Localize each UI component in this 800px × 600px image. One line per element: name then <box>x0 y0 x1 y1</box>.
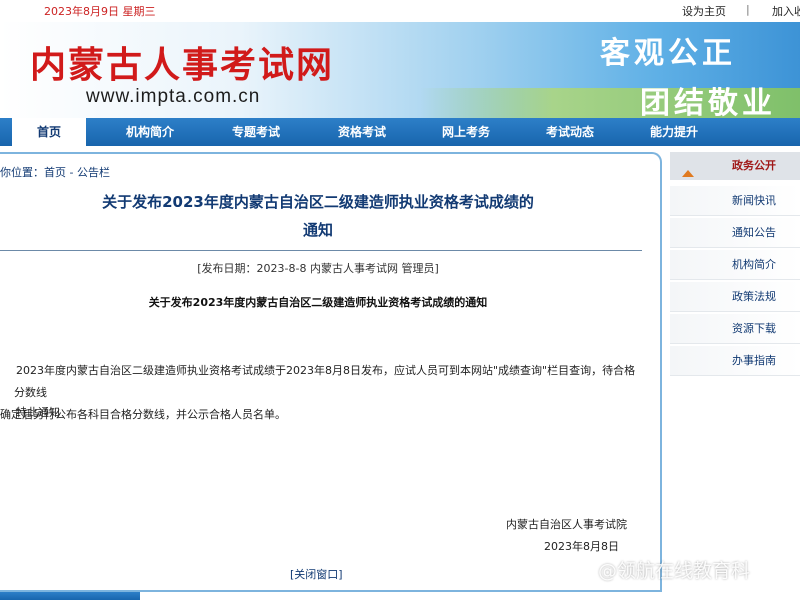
nav-item-skill-improvement[interactable]: 能力提升 <box>650 118 698 146</box>
sidebar-item-downloads[interactable]: 资源下载 <box>670 314 800 344</box>
article-notice: 特此通知 <box>16 406 60 419</box>
article-signature-date: 2023年8月8日 <box>544 540 619 553</box>
site-banner: 内蒙古人事考试网 www.impta.com.cn 客观公正 团结敬业 <box>0 22 800 118</box>
add-favorite-link[interactable]: 加入收 <box>772 3 800 19</box>
nav-item-online-affairs[interactable]: 网上考务 <box>442 118 490 146</box>
sidebar-item-news[interactable]: 新闻快讯 <box>670 186 800 216</box>
article-body-line2: 确定后另行公布各科目合格分数线，并公示合格人员名单。 <box>0 408 286 421</box>
nav-item-about[interactable]: 机构简介 <box>126 118 174 146</box>
article-panel: 你位置：首页 - 公告栏 关于发布2023年度内蒙古自治区二级建造师执业资格考试… <box>0 152 662 592</box>
article-title-line2: 通知 <box>302 221 333 239</box>
breadcrumb: 你位置：首页 - 公告栏 <box>0 164 110 180</box>
article-meta: [发布日期：2023-8-8 内蒙古人事考试网 管理员] <box>197 262 439 275</box>
sidebar-header: 政务公开 <box>670 152 800 180</box>
article-body: 2023年度内蒙古自治区二级建造师执业资格考试成绩于2023年8月8日发布，应试… <box>0 360 636 426</box>
sidebar-header-label: 政务公开 <box>732 159 776 172</box>
close-window-button[interactable]: [关闭窗口] <box>290 566 343 582</box>
nav-item-home[interactable]: 首页 <box>12 118 86 146</box>
breadcrumb-current: 公告栏 <box>76 166 110 179</box>
current-date: 2023年8月9日 星期三 <box>44 5 156 18</box>
bottom-nav-strip <box>0 592 140 600</box>
topbar-separator: | <box>746 3 750 16</box>
sidebar-item-about[interactable]: 机构简介 <box>670 250 800 280</box>
site-url: www.impta.com.cn <box>86 86 261 107</box>
banner-slogan-line2: 团结敬业 <box>640 86 776 118</box>
article-body-line1: 2023年度内蒙古自治区二级建造师执业资格考试成绩于2023年8月8日发布，应试… <box>14 364 636 399</box>
set-home-link[interactable]: 设为主页 <box>682 3 726 19</box>
watermark-text: @领航在线教育科 <box>598 560 751 582</box>
article-signature-org: 内蒙古自治区人事考试院 <box>506 518 627 531</box>
breadcrumb-prefix: 你位置： <box>0 166 44 179</box>
sidebar-item-notices[interactable]: 通知公告 <box>670 218 800 248</box>
top-bar: 2023年8月9日 星期三 设为主页 | 加入收 <box>0 0 800 22</box>
sidebar: 政务公开 新闻快讯 通知公告 机构简介 政策法规 资源下载 办事指南 <box>670 152 800 592</box>
site-logo-title[interactable]: 内蒙古人事考试网 <box>30 36 334 88</box>
sidebar-item-guide[interactable]: 办事指南 <box>670 346 800 376</box>
triangle-icon <box>682 170 694 177</box>
banner-slogan-line1: 客观公正 <box>600 36 736 71</box>
article-title: 关于发布2023年度内蒙古自治区二级建造师执业资格考试成绩的 通知 <box>0 188 636 244</box>
breadcrumb-separator: - <box>66 166 77 179</box>
article-title-line1: 关于发布2023年度内蒙古自治区二级建造师执业资格考试成绩的 <box>102 193 534 211</box>
breadcrumb-home-link[interactable]: 首页 <box>44 166 66 179</box>
sidebar-item-policies[interactable]: 政策法规 <box>670 282 800 312</box>
nav-item-exam-news[interactable]: 考试动态 <box>546 118 594 146</box>
nav-item-qualification-exams[interactable]: 资格考试 <box>338 118 386 146</box>
nav-item-special-exams[interactable]: 专题考试 <box>232 118 280 146</box>
article-subtitle: 关于发布2023年度内蒙古自治区二级建造师执业资格考试成绩的通知 <box>148 296 488 309</box>
title-divider <box>0 250 642 251</box>
main-nav: 首页 机构简介 专题考试 资格考试 网上考务 考试动态 能力提升 <box>0 118 800 146</box>
